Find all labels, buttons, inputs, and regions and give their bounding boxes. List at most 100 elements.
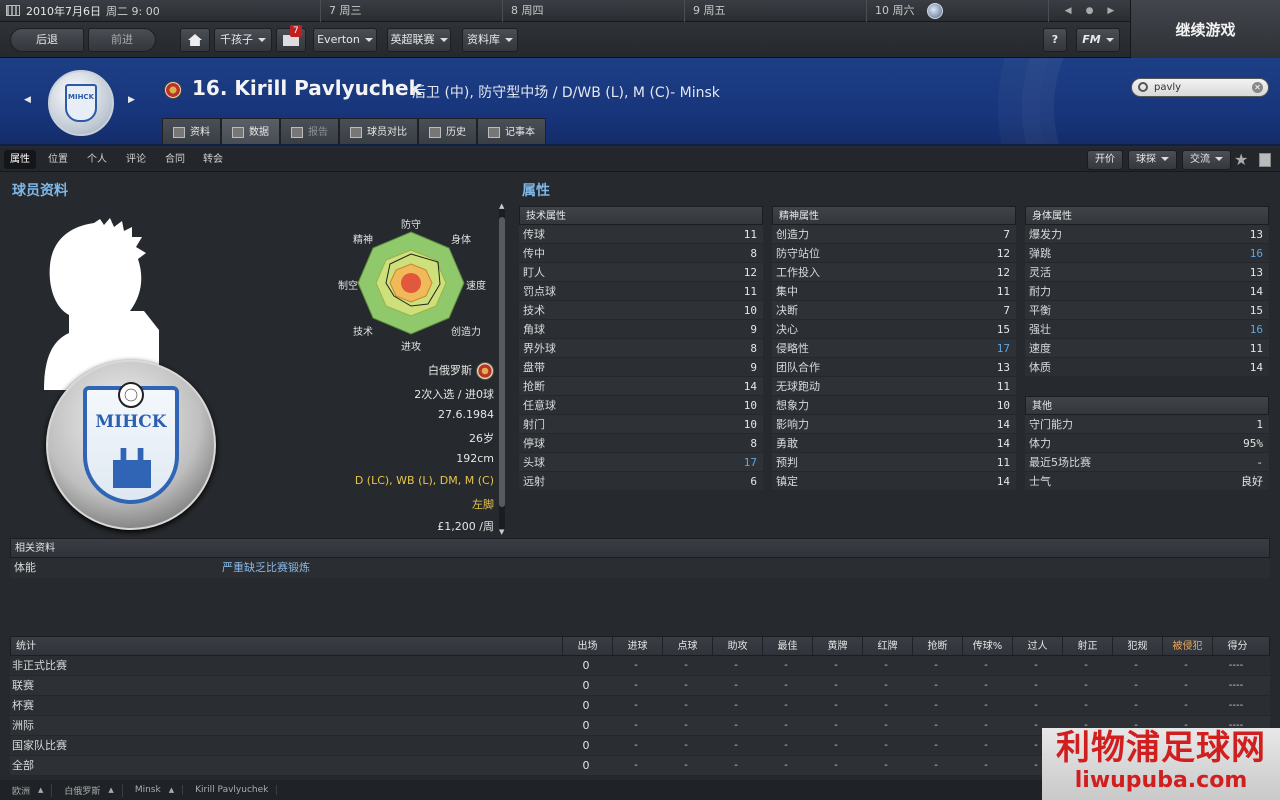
stats-column-header[interactable]: 过人 — [1012, 637, 1062, 655]
stats-column-header[interactable]: 助攻 — [712, 637, 762, 655]
stats-column-header[interactable]: 出场 — [562, 637, 612, 655]
tab-compare[interactable]: 球员对比 — [339, 118, 418, 144]
subnav-positions[interactable]: 位置 — [42, 150, 74, 169]
database-menu[interactable]: 资料库 — [462, 28, 518, 52]
stats-column-header[interactable]: 黄牌 — [812, 637, 862, 655]
calendar-day[interactable]: 10 周六 — [866, 0, 1048, 22]
manager-menu[interactable]: 千孩子 — [214, 28, 272, 52]
attribute-row[interactable]: 抢断 14 — [519, 377, 763, 396]
stats-column-header[interactable]: 点球 — [662, 637, 712, 655]
prev-player-icon[interactable]: ◀ — [24, 95, 31, 105]
back-button[interactable]: 后退 — [10, 28, 84, 52]
stats-column-header[interactable]: 犯规 — [1112, 637, 1162, 655]
stats-column-header[interactable]: 传球% — [962, 637, 1012, 655]
attribute-row[interactable]: 影响力 14 — [772, 415, 1016, 434]
continue-game-button[interactable]: 继续游戏 — [1130, 0, 1280, 58]
attribute-row[interactable]: 创造力 7 — [772, 225, 1016, 244]
attribute-row[interactable]: 射门 10 — [519, 415, 763, 434]
calendar-day[interactable]: 7 周三 — [320, 0, 502, 22]
scrollbar-thumb[interactable] — [499, 217, 505, 507]
attribute-row[interactable]: 速度 11 — [1025, 339, 1269, 358]
attribute-row[interactable]: 勇敢 14 — [772, 434, 1016, 453]
stats-column-header[interactable]: 被侵犯 — [1162, 637, 1212, 655]
stats-column-header[interactable]: 抢断 — [912, 637, 962, 655]
help-button[interactable]: ? — [1043, 28, 1067, 52]
breadcrumb-item[interactable]: 白俄罗斯 ▲ — [52, 783, 123, 797]
tab-stats[interactable]: 数据 — [221, 118, 280, 144]
attribute-row[interactable]: 盘带 9 — [519, 358, 763, 377]
nationality[interactable]: 白俄罗斯 — [428, 362, 494, 380]
attribute-row[interactable]: 决心 15 — [772, 320, 1016, 339]
attribute-row[interactable]: 平衡 15 — [1025, 301, 1269, 320]
attribute-row[interactable]: 罚点球 11 — [519, 282, 763, 301]
attribute-row[interactable]: 无球跑动 11 — [772, 377, 1016, 396]
clear-search-icon[interactable]: ✕ — [1252, 82, 1263, 93]
scroll-up-icon[interactable]: ▲ — [499, 202, 504, 210]
attribute-row[interactable]: 灵活 13 — [1025, 263, 1269, 282]
forward-button[interactable]: 前进 — [88, 28, 156, 52]
home-button[interactable] — [180, 28, 210, 52]
subnav-comments[interactable]: 评论 — [120, 150, 152, 169]
make-offer-button[interactable]: 开价 — [1087, 150, 1123, 170]
calendar-icon[interactable] — [0, 0, 26, 22]
tab-history[interactable]: 历史 — [418, 118, 477, 144]
club-badge[interactable]: MIHCK — [48, 70, 114, 136]
attribute-row[interactable]: 团队合作 13 — [772, 358, 1016, 377]
calendar-day[interactable]: 9 周五 — [684, 0, 866, 22]
attribute-row[interactable]: 传球 11 — [519, 225, 763, 244]
breadcrumb-item[interactable]: Kirill Pavlyuchek — [183, 785, 278, 795]
interact-button[interactable]: 交流 — [1182, 150, 1231, 170]
dot-icon[interactable]: ● — [1086, 6, 1094, 16]
subnav-contract[interactable]: 合同 — [159, 150, 191, 169]
attribute-row[interactable]: 弹跳 16 — [1025, 244, 1269, 263]
attribute-row[interactable]: 集中 11 — [772, 282, 1016, 301]
attribute-row[interactable]: 停球 8 — [519, 434, 763, 453]
attribute-row[interactable]: 想象力 10 — [772, 396, 1016, 415]
stats-column-header[interactable]: 最佳 — [762, 637, 812, 655]
attribute-row[interactable]: 爆发力 13 — [1025, 225, 1269, 244]
scout-button[interactable]: 球探 — [1128, 150, 1177, 170]
profile-scrollbar[interactable]: ▲ ▼ — [499, 202, 505, 536]
attribute-row[interactable]: 体质 14 — [1025, 358, 1269, 377]
attribute-row[interactable]: 技术 10 — [519, 301, 763, 320]
league-menu[interactable]: 英超联赛 — [387, 28, 451, 52]
stats-column-header[interactable]: 射正 — [1062, 637, 1112, 655]
prev-icon[interactable]: ◀ — [1065, 6, 1072, 16]
subnav-personal[interactable]: 个人 — [81, 150, 113, 169]
star-icon[interactable]: ★ — [1234, 150, 1248, 169]
stats-column-header[interactable]: 进球 — [612, 637, 662, 655]
club-menu[interactable]: Everton — [313, 28, 377, 52]
attribute-row[interactable]: 防守站位 12 — [772, 244, 1016, 263]
attribute-row[interactable]: 最近5场比赛 - — [1025, 453, 1269, 472]
stats-column-header[interactable]: 红牌 — [862, 637, 912, 655]
attribute-row[interactable]: 耐力 14 — [1025, 282, 1269, 301]
attribute-row[interactable]: 盯人 12 — [519, 263, 763, 282]
related-info-value[interactable]: 严重缺乏比赛锻炼 — [222, 558, 310, 578]
attribute-row[interactable]: 守门能力 1 — [1025, 415, 1269, 434]
next-player-icon[interactable]: ▶ — [128, 95, 135, 105]
attribute-row[interactable]: 界外球 8 — [519, 339, 763, 358]
attribute-row[interactable]: 强壮 16 — [1025, 320, 1269, 339]
scroll-down-icon[interactable]: ▼ — [499, 528, 504, 536]
tab-notebook[interactable]: 记事本 — [477, 118, 546, 144]
breadcrumb-item[interactable]: Minsk ▲ — [123, 785, 184, 795]
stats-column-header[interactable]: 统计 — [11, 637, 562, 655]
calendar-day[interactable]: 8 周四 — [502, 0, 684, 22]
attribute-row[interactable]: 工作投入 12 — [772, 263, 1016, 282]
fm-menu[interactable]: FM — [1076, 28, 1120, 52]
attribute-row[interactable]: 传中 8 — [519, 244, 763, 263]
attribute-row[interactable]: 预判 11 — [772, 453, 1016, 472]
search-input[interactable]: pavly ✕ — [1131, 78, 1269, 97]
attribute-row[interactable]: 任意球 10 — [519, 396, 763, 415]
subnav-attributes[interactable]: 属性 — [4, 150, 36, 169]
attribute-row[interactable]: 侵略性 17 — [772, 339, 1016, 358]
next-icon[interactable]: ▶ — [1107, 6, 1114, 16]
tab-report[interactable]: 报告 — [280, 118, 339, 144]
subnav-transfer[interactable]: 转会 — [197, 150, 229, 169]
attribute-row[interactable]: 体力 95% — [1025, 434, 1269, 453]
stats-column-header[interactable]: 得分 — [1212, 637, 1262, 655]
attribute-row[interactable]: 头球 17 — [519, 453, 763, 472]
attribute-row[interactable]: 角球 9 — [519, 320, 763, 339]
attribute-row[interactable]: 士气 良好 — [1025, 472, 1269, 491]
tab-profile[interactable]: 资料 — [162, 118, 221, 144]
